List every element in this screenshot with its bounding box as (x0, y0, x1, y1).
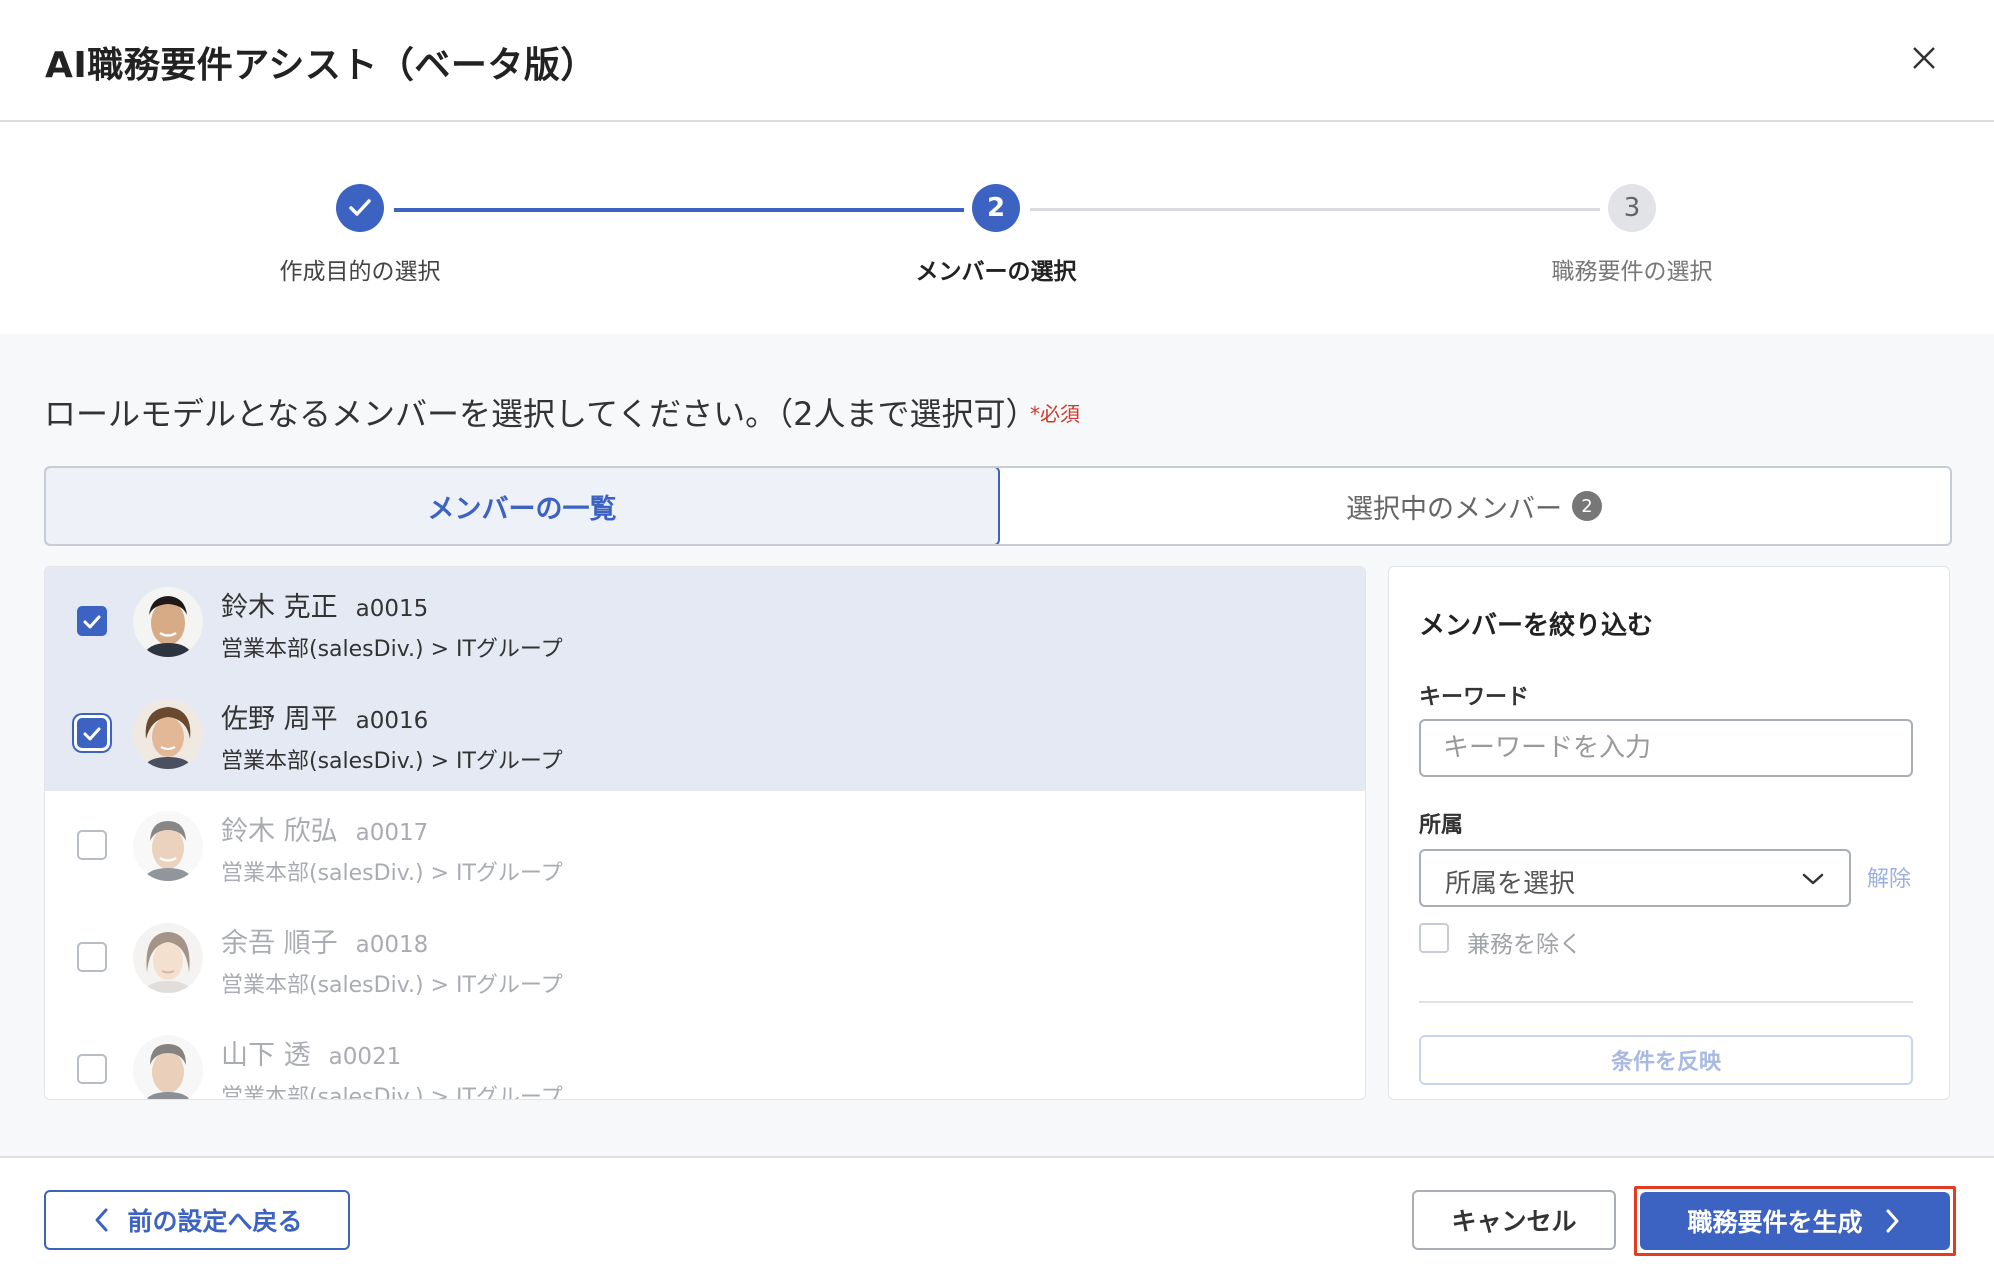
member-checkbox[interactable] (77, 830, 107, 860)
cancel-button[interactable]: キャンセル (1412, 1190, 1616, 1250)
dialog-footer: 前の設定へ戻る キャンセル 職務要件を生成 (0, 1158, 1994, 1278)
keyword-label: キーワード (1419, 685, 1530, 710)
member-name: 佐野 周平 a0016 (221, 697, 428, 736)
affiliation-label: 所属 (1419, 813, 1464, 838)
stepper: 2 3 作成目的の選択 メンバーの選択 職務要件の選択 (0, 122, 1994, 332)
member-code: a0018 (355, 932, 429, 958)
avatar (133, 923, 203, 993)
chevron-left-icon (95, 1208, 108, 1232)
check-icon (349, 199, 371, 216)
content-area: ロールモデルとなるメンバーを選択してください。（2人まで選択可） *必須 メンバ… (0, 334, 1994, 1158)
step-connector-2 (1030, 208, 1600, 211)
back-button[interactable]: 前の設定へ戻る (44, 1190, 350, 1250)
member-checkbox[interactable] (77, 1054, 107, 1084)
step-3-circle: 3 (1608, 184, 1656, 232)
step-2-number: 2 (986, 193, 1006, 223)
list-item[interactable]: 佐野 周平 a0016 営業本部(salesDiv.) > ITグループ (45, 679, 1365, 791)
member-code: a0015 (355, 596, 429, 622)
member-department: 営業本部(salesDiv.) > ITグループ (221, 749, 563, 774)
chevron-down-icon (1802, 873, 1824, 885)
step-1-label: 作成目的の選択 (279, 259, 441, 285)
cancel-button-label: キャンセル (1451, 1207, 1577, 1236)
avatar (133, 1035, 203, 1099)
dialog-header: AI職務要件アシスト（ベータ版） (0, 0, 1994, 122)
generate-requirements-button[interactable]: 職務要件を生成 (1640, 1192, 1950, 1250)
member-checkbox[interactable] (77, 942, 107, 972)
dialog-title: AI職務要件アシスト（ベータ版） (45, 45, 597, 86)
tab-selected-members[interactable]: 選択中のメンバー 2 (998, 468, 1950, 544)
filter-panel: メンバーを絞り込む キーワード 所属 所属を選択 解除 兼務を除く 条件を反映 (1388, 566, 1950, 1100)
generate-button-label: 職務要件を生成 (1687, 1208, 1863, 1237)
member-department: 営業本部(salesDiv.) > ITグループ (221, 973, 563, 998)
member-code: a0017 (355, 820, 429, 846)
member-department: 営業本部(salesDiv.) > ITグループ (221, 1085, 563, 1100)
member-name: 鈴木 克正 a0015 (221, 585, 428, 624)
member-name-text: 余吾 順子 (221, 928, 338, 959)
keyword-input[interactable] (1419, 719, 1913, 777)
instruction-text: ロールモデルとなるメンバーを選択してください。（2人まで選択可） (44, 395, 1038, 433)
step-1-circle (336, 184, 384, 232)
step-2-label: メンバーの選択 (915, 259, 1077, 285)
member-list[interactable]: 鈴木 克正 a0015 営業本部(salesDiv.) > ITグループ 佐野 周… (44, 566, 1366, 1100)
required-label: 必須 (1040, 402, 1080, 426)
chevron-right-icon (1886, 1209, 1898, 1233)
selected-count-badge: 2 (1572, 491, 1602, 521)
member-code: a0021 (328, 1044, 402, 1070)
exclude-concurrent-label: 兼務を除く (1467, 932, 1582, 958)
clear-affiliation-link[interactable]: 解除 (1867, 861, 1911, 893)
member-checkbox[interactable] (77, 606, 107, 636)
member-checkbox[interactable] (77, 718, 107, 748)
member-code: a0016 (355, 708, 429, 734)
member-name: 山下 透 a0021 (221, 1033, 401, 1072)
list-item[interactable]: 鈴木 克正 a0015 営業本部(salesDiv.) > ITグループ (45, 567, 1365, 679)
required-indicator: *必須 (1030, 398, 1080, 427)
step-3-label: 職務要件の選択 (1551, 259, 1713, 285)
member-name: 余吾 順子 a0018 (221, 921, 428, 960)
required-mark: * (1030, 402, 1040, 426)
avatar (133, 811, 203, 881)
avatar (133, 587, 203, 657)
check-icon (83, 615, 101, 629)
back-button-label: 前の設定へ戻る (127, 1207, 303, 1236)
list-item[interactable]: 余吾 順子 a0018 営業本部(salesDiv.) > ITグループ (45, 903, 1365, 1015)
member-department: 営業本部(salesDiv.) > ITグループ (221, 637, 563, 662)
affiliation-select-value: 所属を選択 (1445, 869, 1576, 899)
member-name-text: 山下 透 (221, 1040, 311, 1071)
tab-member-list[interactable]: メンバーの一覧 (46, 468, 1000, 544)
exclude-concurrent-checkbox[interactable] (1419, 923, 1449, 953)
tab-member-list-label: メンバーの一覧 (427, 493, 617, 525)
step-3-number: 3 (1623, 193, 1641, 223)
member-tabs: メンバーの一覧 選択中のメンバー 2 (44, 466, 1952, 546)
member-name-text: 鈴木 克正 (221, 592, 338, 623)
apply-filter-button[interactable]: 条件を反映 (1419, 1035, 1913, 1085)
member-name-text: 鈴木 欣弘 (221, 816, 338, 847)
close-icon (1913, 47, 1935, 69)
tab-selected-members-label: 選択中のメンバー (1346, 493, 1562, 525)
affiliation-select[interactable]: 所属を選択 (1419, 849, 1851, 907)
step-2-circle: 2 (972, 184, 1020, 232)
member-name: 鈴木 欣弘 a0017 (221, 809, 428, 848)
member-department: 営業本部(salesDiv.) > ITグループ (221, 861, 563, 886)
check-icon (83, 727, 101, 741)
avatar (133, 699, 203, 769)
step-connector-1 (394, 208, 964, 212)
list-item[interactable]: 山下 透 a0021 営業本部(salesDiv.) > ITグループ (45, 1015, 1365, 1100)
filter-title: メンバーを絞り込む (1419, 611, 1654, 641)
member-name-text: 佐野 周平 (221, 704, 338, 735)
list-item[interactable]: 鈴木 欣弘 a0017 営業本部(salesDiv.) > ITグループ (45, 791, 1365, 903)
divider (1419, 1001, 1913, 1003)
close-button[interactable] (1902, 36, 1946, 80)
